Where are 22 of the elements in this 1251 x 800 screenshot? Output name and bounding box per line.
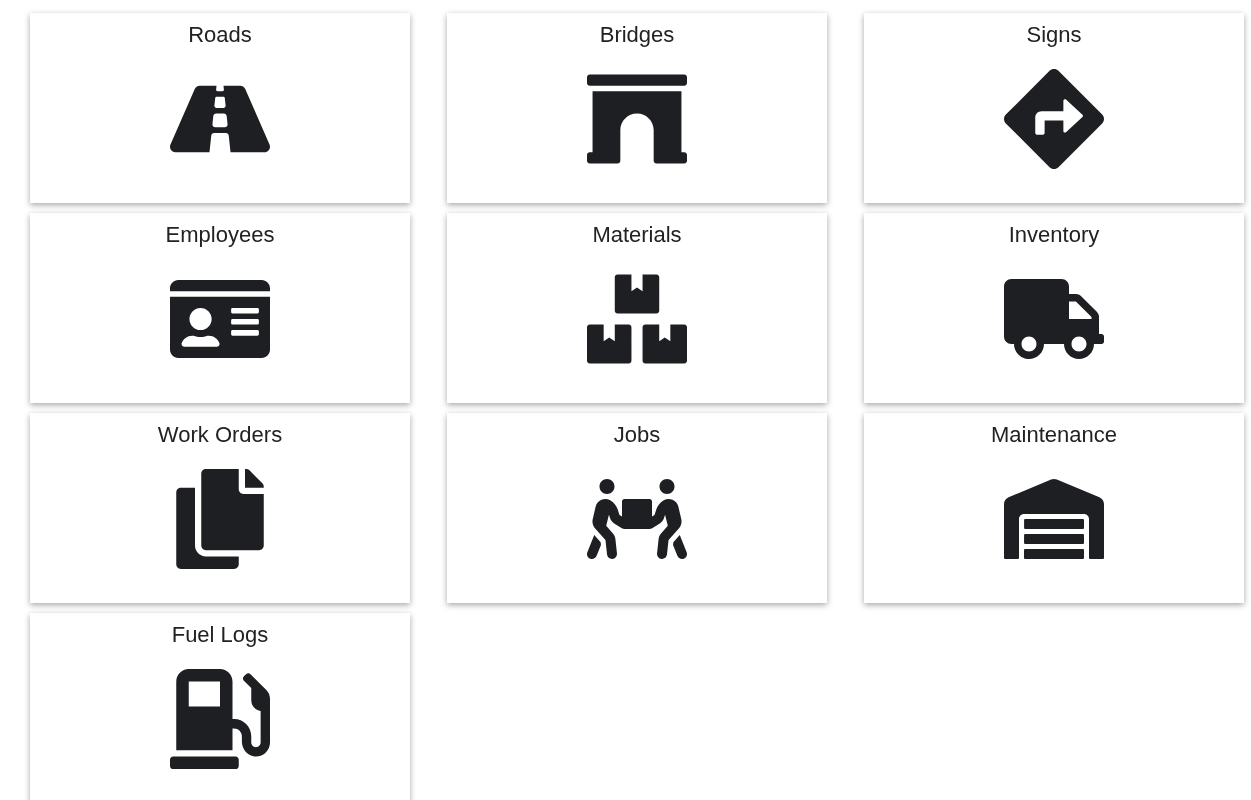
tile-label: Maintenance xyxy=(991,421,1117,449)
category-tile[interactable]: Work Orders xyxy=(30,413,410,603)
category-tile[interactable]: Bridges xyxy=(447,13,827,203)
tile-label: Jobs xyxy=(613,421,661,449)
tile-label: Employees xyxy=(165,221,275,249)
category-tile[interactable]: Inventory xyxy=(864,213,1244,403)
tile-label: Materials xyxy=(592,221,682,249)
tile-label: Inventory xyxy=(1008,221,1100,249)
tile-label: Signs xyxy=(1026,21,1082,49)
fuel-pump-icon xyxy=(170,669,270,769)
category-tile[interactable]: Maintenance xyxy=(864,413,1244,603)
category-tile[interactable]: Roads xyxy=(30,13,410,203)
category-tile[interactable]: Fuel Logs xyxy=(30,613,410,800)
category-tile[interactable]: Employees xyxy=(30,213,410,403)
tile-label: Bridges xyxy=(599,21,675,49)
category-tile[interactable]: Jobs xyxy=(447,413,827,603)
category-tile[interactable]: Signs xyxy=(864,13,1244,203)
tile-label: Fuel Logs xyxy=(171,621,269,649)
tile-label: Work Orders xyxy=(157,421,283,449)
category-tile[interactable]: Materials xyxy=(447,213,827,403)
direction-sign-icon xyxy=(1004,69,1104,169)
tile-label: Roads xyxy=(188,21,252,49)
